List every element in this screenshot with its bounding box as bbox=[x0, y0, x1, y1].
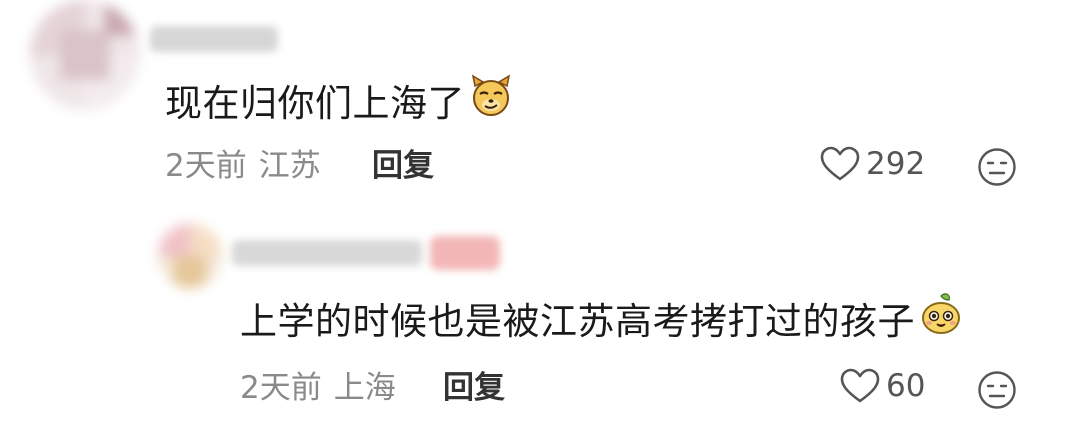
username-blurred[interactable] bbox=[150, 26, 278, 52]
reply-button[interactable]: 回复 bbox=[443, 368, 505, 408]
comment-location: 江苏 bbox=[258, 148, 321, 184]
like-button[interactable]: 292 bbox=[820, 146, 925, 182]
avatar[interactable] bbox=[158, 224, 222, 288]
smirking-dog-emoji bbox=[469, 73, 513, 130]
comment-location: 上海 bbox=[333, 370, 396, 406]
heart-icon bbox=[840, 368, 880, 403]
comment-item: 现在归你们上海了 2天前 江苏 回复 292 bbox=[0, 0, 1080, 200]
dislike-button[interactable] bbox=[977, 147, 1017, 187]
comment-time: 2天前 bbox=[240, 370, 322, 406]
like-button[interactable]: 60 bbox=[840, 368, 925, 404]
heart-icon bbox=[820, 146, 860, 181]
comment-text: 上学的时候也是被江苏高考拷打过的孩子 bbox=[240, 292, 963, 348]
comment-text: 现在归你们上海了 bbox=[165, 73, 513, 130]
dislike-button[interactable] bbox=[977, 370, 1017, 410]
dislike-face-icon bbox=[978, 371, 1016, 409]
dislike-face-icon bbox=[978, 148, 1016, 186]
user-badge-blurred bbox=[430, 236, 500, 270]
reply-comment-item: 上学的时候也是被江苏高考拷打过的孩子 2天前 上海 回复 60 bbox=[0, 200, 1080, 428]
username-blurred[interactable] bbox=[232, 240, 422, 266]
avatar[interactable] bbox=[30, 0, 140, 110]
comment-meta: 2天前 上海 bbox=[240, 368, 396, 408]
like-count: 292 bbox=[866, 146, 926, 182]
cute-pear-face-emoji bbox=[919, 292, 963, 348]
comment-time: 2天前 bbox=[165, 148, 247, 184]
comment-meta: 2天前 江苏 bbox=[165, 146, 321, 186]
reply-button[interactable]: 回复 bbox=[372, 146, 434, 186]
like-count: 60 bbox=[886, 368, 926, 404]
